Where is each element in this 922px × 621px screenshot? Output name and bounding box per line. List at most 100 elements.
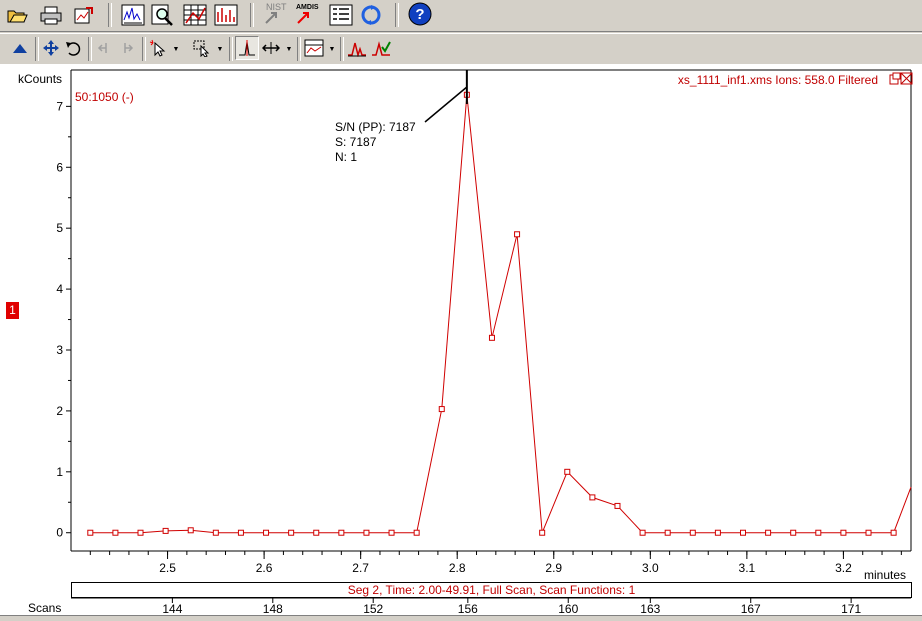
zoom-search-button[interactable] <box>150 2 176 28</box>
spectrum-icon <box>121 4 145 26</box>
x-tick-label: 3.0 <box>642 561 659 575</box>
x-axis-unit: minutes <box>864 568 907 582</box>
peak-integrate-icon <box>348 42 366 57</box>
peak-check-icon <box>372 41 391 56</box>
export-chart-button[interactable] <box>70 2 96 28</box>
next-button[interactable] <box>116 36 138 60</box>
window-controls <box>889 72 913 91</box>
trace-number-badge[interactable]: 1 <box>6 302 19 319</box>
data-point <box>162 527 169 534</box>
data-point <box>363 529 370 536</box>
close-icon[interactable] <box>900 72 913 85</box>
report-chart-icon <box>214 4 238 26</box>
scroll-up-button[interactable] <box>8 36 32 60</box>
annotation-sn: S/N (PP): 7187 <box>335 120 416 134</box>
help-button[interactable]: ? <box>407 1 433 27</box>
nist-search-button[interactable]: NIST <box>262 1 292 27</box>
peak-icon <box>239 40 255 56</box>
export-chart-icon <box>74 7 93 24</box>
y-tick-label: 3 <box>56 343 63 357</box>
data-point <box>514 231 521 238</box>
integrate-button[interactable] <box>345 36 369 60</box>
undo-zoom-button[interactable] <box>62 36 84 60</box>
x-tick-label: 2.9 <box>545 561 562 575</box>
data-point <box>815 529 822 536</box>
data-point <box>539 529 546 536</box>
x-tick-label: 2.5 <box>159 561 176 575</box>
x-tick-label: 2.6 <box>256 561 273 575</box>
data-point <box>263 529 270 536</box>
horizontal-zoom-dropdown[interactable]: ▼ <box>285 38 293 60</box>
status-strip <box>0 615 922 621</box>
spectrum-button[interactable] <box>120 2 146 28</box>
print-button[interactable] <box>38 2 64 28</box>
x-tick-label: 3.1 <box>739 561 756 575</box>
data-point <box>212 529 219 536</box>
restore-icon[interactable] <box>889 72 901 85</box>
data-point <box>438 406 445 413</box>
data-point <box>714 529 721 536</box>
data-point <box>614 502 621 509</box>
pan-button[interactable] <box>39 36 63 60</box>
annotation-signal: S: 7187 <box>335 135 377 149</box>
horizontal-arrows-icon <box>262 42 280 54</box>
open-folder-icon <box>7 10 28 23</box>
data-point <box>840 529 847 536</box>
list-view-button[interactable] <box>328 2 354 28</box>
data-point <box>338 529 345 536</box>
scan-tick-label: 144 <box>162 602 182 616</box>
data-point <box>765 529 772 536</box>
chart-title: xs_1111_inf1.xms Ions: 558.0 Filtered <box>677 73 878 87</box>
y-tick-label: 1 <box>56 465 63 479</box>
cursor-select-button[interactable] <box>146 36 170 60</box>
data-point <box>488 334 495 341</box>
scan-tick-label: 152 <box>363 602 383 616</box>
identify-button[interactable] <box>369 36 393 60</box>
layout-button[interactable] <box>302 36 326 60</box>
peak-annotation: S/N (PP): 7187 S: 7187 N: 1 <box>335 120 416 165</box>
segment-info-bar[interactable]: Seg 2, Time: 2.00-49.91, Full Scan, Scan… <box>71 582 912 598</box>
y-tick-label: 6 <box>56 160 63 174</box>
amdis-button[interactable]: AMDIS <box>294 1 324 27</box>
previous-button[interactable] <box>93 36 115 60</box>
chromatogram-trace <box>90 94 912 534</box>
step-back-icon <box>97 43 107 53</box>
open-folder-button[interactable] <box>4 2 30 28</box>
zoom-select-button[interactable] <box>190 36 214 60</box>
undo-icon <box>66 42 81 56</box>
chromatogram-chart[interactable]: 012345672.5 2.6 2.7 2.8 2.9 3.0 3.1 3.2144 148 15… <box>0 64 922 620</box>
y-tick-label: 0 <box>56 526 63 540</box>
cursor-star-icon <box>149 39 166 57</box>
y-tick-label: 7 <box>56 99 63 113</box>
horizontal-zoom-button[interactable] <box>259 36 283 60</box>
report-chart-button[interactable] <box>213 2 239 28</box>
data-point <box>413 529 420 536</box>
zoom-select-dropdown[interactable]: ▼ <box>216 38 224 60</box>
data-point <box>313 529 320 536</box>
data-point <box>288 529 295 536</box>
move-arrows-icon <box>43 40 59 56</box>
peak-marker-button[interactable] <box>235 36 259 60</box>
chart-toolbar: ▼ ▼ ▼ ▼ <box>0 33 922 64</box>
zoom-cursor-icon <box>193 40 210 57</box>
table-chart-button[interactable] <box>182 2 208 28</box>
data-point <box>689 529 696 536</box>
scan-tick-label: 167 <box>741 602 761 616</box>
y-tick-label: 4 <box>56 282 63 296</box>
list-view-icon <box>329 4 353 26</box>
scan-tick-label: 148 <box>263 602 283 616</box>
scan-tick-label: 160 <box>558 602 578 616</box>
data-point <box>237 529 244 536</box>
layout-dropdown[interactable]: ▼ <box>328 38 336 60</box>
data-point <box>187 527 194 534</box>
y-axis-unit: kCounts <box>18 72 63 86</box>
main-toolbar: NIST AMDIS ? <box>0 0 922 32</box>
zoom-search-icon <box>151 4 173 26</box>
print-icon <box>40 6 62 25</box>
scan-tick-label: 163 <box>640 602 660 616</box>
data-point <box>589 494 596 501</box>
annotation-noise: N: 1 <box>335 150 358 164</box>
cursor-select-dropdown[interactable]: ▼ <box>172 38 180 60</box>
chromatogram-panel[interactable]: 0 1 2 3 4 5 6 7 2.5 2.6 2.7 2.8 2.9 3.0 3.1 3.2 144 148 15… <box>0 64 922 620</box>
refresh-button[interactable] <box>358 2 384 28</box>
